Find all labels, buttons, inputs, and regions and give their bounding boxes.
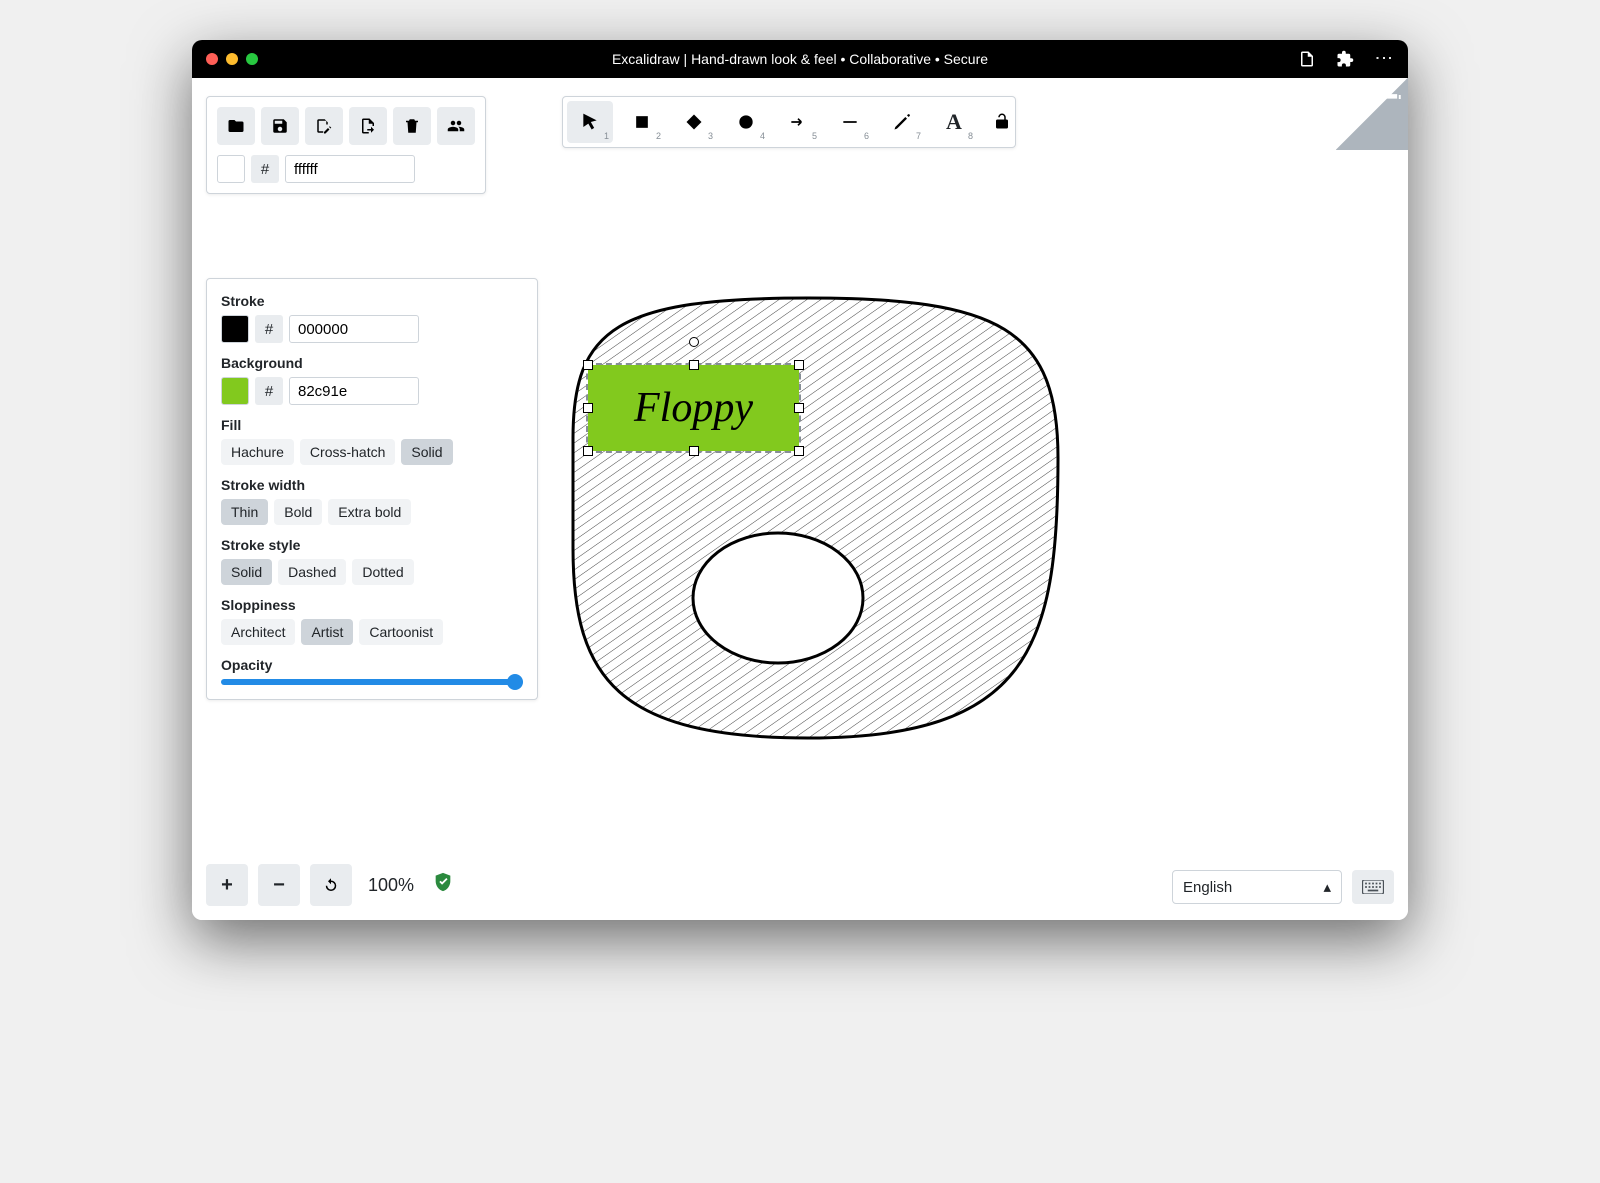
stroke-swatch[interactable] (221, 315, 249, 343)
keyboard-shortcuts-button[interactable] (1352, 870, 1394, 904)
sloppiness-artist[interactable]: Artist (301, 619, 353, 645)
opacity-label: Opacity (221, 657, 523, 673)
element-properties-panel: Stroke # Background # Fill HachureCross-… (206, 278, 538, 700)
sloppiness-label: Sloppiness (221, 597, 523, 613)
file-toolbar: # (206, 96, 486, 194)
fill-hachure[interactable]: Hachure (221, 439, 294, 465)
save-as-button[interactable] (305, 107, 343, 145)
shape-toolbar: 1 2 3 4 5 6 7 (562, 96, 1016, 148)
stroke-width-thin[interactable]: Thin (221, 499, 268, 525)
traffic-lights (206, 53, 258, 65)
fill-cross-hatch[interactable]: Cross-hatch (300, 439, 395, 465)
export-button[interactable] (349, 107, 387, 145)
tool-line[interactable]: 6 (827, 101, 873, 143)
sloppiness-architect[interactable]: Architect (221, 619, 295, 645)
resize-handle-se[interactable] (794, 446, 804, 456)
app-surface: # 1 2 3 4 5 (192, 78, 1408, 920)
tool-index: 2 (656, 131, 661, 141)
sloppiness-cartoonist[interactable]: Cartoonist (359, 619, 443, 645)
fill-options: HachureCross-hatchSolid (221, 439, 523, 465)
canvas-bg-hex-input[interactable] (285, 155, 415, 183)
app-window: Excalidraw | Hand-drawn look & feel • Co… (192, 40, 1408, 920)
language-current: English (1183, 879, 1232, 896)
tool-ellipse[interactable]: 4 (723, 101, 769, 143)
tool-index: 3 (708, 131, 713, 141)
stroke-style-label: Stroke style (221, 537, 523, 553)
sloppiness-options: ArchitectArtistCartoonist (221, 619, 523, 645)
save-button[interactable] (261, 107, 299, 145)
encryption-shield-icon[interactable] (432, 871, 454, 899)
stroke-width-label: Stroke width (221, 477, 523, 493)
resize-handle-nw[interactable] (583, 360, 593, 370)
macos-titlebar: Excalidraw | Hand-drawn look & feel • Co… (192, 40, 1408, 78)
background-label: Background (221, 355, 523, 371)
resize-handle-e[interactable] (794, 403, 804, 413)
tool-index: 5 (812, 131, 817, 141)
fill-solid[interactable]: Solid (401, 439, 452, 465)
stroke-style-options: SolidDashedDotted (221, 559, 523, 585)
open-file-button[interactable] (217, 107, 255, 145)
resize-handle-n[interactable] (689, 360, 699, 370)
stroke-width-bold[interactable]: Bold (274, 499, 322, 525)
collaborate-button[interactable] (437, 107, 475, 145)
lock-tool-toggle[interactable] (993, 112, 1011, 133)
tool-index: 1 (604, 131, 609, 141)
background-swatch[interactable] (221, 377, 249, 405)
floppy-disk-shape[interactable] (558, 288, 1068, 748)
chevron-up-icon: ▴ (1323, 878, 1331, 896)
resize-handle-ne[interactable] (794, 360, 804, 370)
window-title: Excalidraw | Hand-drawn look & feel • Co… (192, 51, 1408, 67)
tool-diamond[interactable]: 3 (671, 101, 717, 143)
tool-selection[interactable]: 1 (567, 101, 613, 143)
stroke-hex-input[interactable] (289, 315, 419, 343)
tool-index: 7 (916, 131, 921, 141)
minimize-window-button[interactable] (226, 53, 238, 65)
zoom-in-button[interactable]: + (206, 864, 248, 906)
close-window-button[interactable] (206, 53, 218, 65)
resize-handle-sw[interactable] (583, 446, 593, 456)
extension-icon[interactable] (1336, 50, 1354, 68)
opacity-slider[interactable] (221, 679, 523, 685)
resize-handle-w[interactable] (583, 403, 593, 413)
stroke-style-dotted[interactable]: Dotted (352, 559, 413, 585)
hash-label: # (255, 315, 283, 343)
zoom-out-button[interactable]: − (258, 864, 300, 906)
more-menu-icon[interactable]: ⋮ (1375, 49, 1393, 69)
stroke-style-dashed[interactable]: Dashed (278, 559, 346, 585)
stroke-width-extra-bold[interactable]: Extra bold (328, 499, 411, 525)
file-icon[interactable] (1298, 50, 1316, 68)
tool-text[interactable]: A 8 (931, 101, 977, 143)
tool-index: 6 (864, 131, 869, 141)
slider-thumb[interactable] (507, 674, 523, 690)
language-select[interactable]: English ▴ (1172, 870, 1342, 904)
background-hex-input[interactable] (289, 377, 419, 405)
hash-label: # (251, 155, 279, 183)
resize-handle-s[interactable] (689, 446, 699, 456)
rotate-handle[interactable] (689, 337, 699, 347)
zoom-toolbar: + − 100% (206, 864, 454, 906)
floppy-text-value: Floppy (634, 384, 753, 432)
tool-rectangle[interactable]: 2 (619, 101, 665, 143)
canvas-bg-swatch[interactable] (217, 155, 245, 183)
stroke-label: Stroke (221, 293, 523, 309)
maximize-window-button[interactable] (246, 53, 258, 65)
tool-index: 8 (968, 131, 973, 141)
hash-label: # (255, 377, 283, 405)
clear-canvas-button[interactable] (393, 107, 431, 145)
tool-index: 4 (760, 131, 765, 141)
tool-freedraw[interactable]: 7 (879, 101, 925, 143)
github-corner[interactable] (1336, 78, 1408, 150)
stroke-style-solid[interactable]: Solid (221, 559, 272, 585)
zoom-reset-button[interactable] (310, 864, 352, 906)
zoom-level: 100% (368, 875, 414, 896)
floppy-text-element[interactable]: Floppy (586, 363, 801, 453)
tool-arrow[interactable]: 5 (775, 101, 821, 143)
fill-label: Fill (221, 417, 523, 433)
stroke-width-options: ThinBoldExtra bold (221, 499, 523, 525)
